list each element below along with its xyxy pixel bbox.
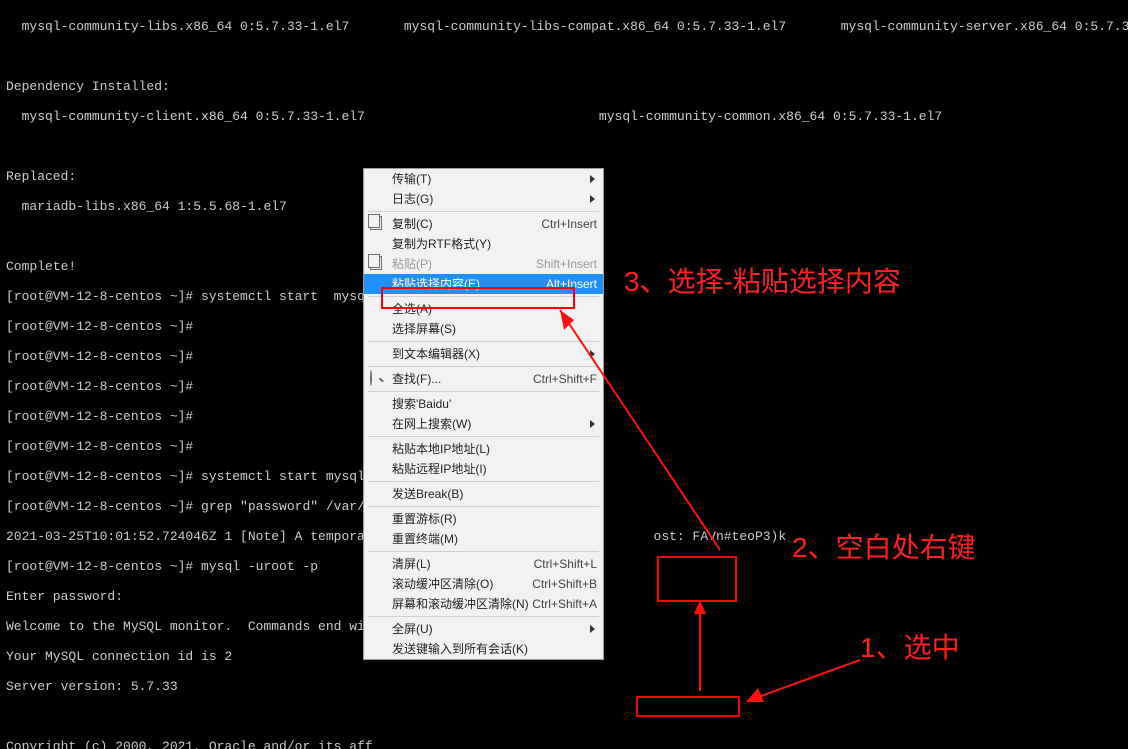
menu-item-label: 重置终端(M) — [392, 532, 597, 547]
menu-item-shortcut: Shift+Insert — [536, 257, 597, 272]
menu-item-reset_term[interactable]: 重置终端(M) — [364, 529, 603, 549]
menu-item-paste: 粘贴(P)Shift+Insert — [364, 254, 603, 274]
menu-item-label: 在网上搜索(W) — [392, 417, 597, 432]
menu-item-paste_sel[interactable]: 粘贴选择内容(E)Alt+Insert — [364, 274, 603, 294]
menu-item-label: 查找(F)... — [392, 372, 533, 387]
menu-item-label: 粘贴(P) — [392, 257, 536, 272]
menu-item-copy_rtf[interactable]: 复制为RTF格式(Y) — [364, 234, 603, 254]
menu-separator — [368, 391, 599, 392]
menu-item-paste_remote_ip[interactable]: 粘贴远程IP地址(I) — [364, 459, 603, 479]
menu-item-select_all[interactable]: 全选(A) — [364, 299, 603, 319]
menu-item-clear[interactable]: 清屏(L)Ctrl+Shift+L — [364, 554, 603, 574]
context-menu[interactable]: 传输(T) 日志(G) 复制(C)Ctrl+Insert 复制为RTF格式(Y) 粘贴(… — [363, 168, 604, 660]
menu-item-shortcut: Ctrl+Shift+A — [532, 597, 597, 612]
mag-icon — [370, 371, 386, 387]
menu-item-label: 全选(A) — [392, 302, 597, 317]
menu-item-web_search[interactable]: 在网上搜索(W) — [364, 414, 603, 434]
copy-icon — [370, 216, 386, 232]
menu-item-send_all[interactable]: 发送键输入到所有会话(K) — [364, 639, 603, 659]
menu-item-label: 粘贴本地IP地址(L) — [392, 442, 597, 457]
menu-item-to_editor[interactable]: 到文本编辑器(X) — [364, 344, 603, 364]
menu-item-label: 复制为RTF格式(Y) — [392, 237, 597, 252]
dep-header: Dependency Installed: — [6, 79, 1122, 94]
menu-separator — [368, 616, 599, 617]
menu-item-label: 清屏(L) — [392, 557, 534, 572]
menu-separator — [368, 366, 599, 367]
menu-item-reset_cursor[interactable]: 重置游标(R) — [364, 509, 603, 529]
menu-item-label: 选择屏幕(S) — [392, 322, 597, 337]
menu-item-label: 重置游标(R) — [392, 512, 597, 527]
pkg-row: mysql-community-libs.x86_64 0:5.7.33-1.e… — [6, 19, 1122, 34]
menu-item-log[interactable]: 日志(G) — [364, 189, 603, 209]
menu-separator — [368, 211, 599, 212]
menu-item-transfer[interactable]: 传输(T) — [364, 169, 603, 189]
menu-item-clear_scroll[interactable]: 滚动缓冲区清除(O)Ctrl+Shift+B — [364, 574, 603, 594]
menu-separator — [368, 296, 599, 297]
menu-item-label: 粘贴选择内容(E) — [392, 277, 546, 292]
menu-item-label: 传输(T) — [392, 172, 597, 187]
menu-item-find[interactable]: 查找(F)...Ctrl+Shift+F — [364, 369, 603, 389]
menu-item-select_screen[interactable]: 选择屏幕(S) — [364, 319, 603, 339]
menu-item-label: 全屏(U) — [392, 622, 597, 637]
menu-separator — [368, 436, 599, 437]
menu-item-shortcut: Ctrl+Insert — [541, 217, 597, 232]
menu-item-shortcut: Ctrl+Shift+L — [534, 557, 597, 572]
menu-separator — [368, 551, 599, 552]
menu-item-label: 日志(G) — [392, 192, 597, 207]
menu-item-label: 到文本编辑器(X) — [392, 347, 597, 362]
paste-icon — [370, 256, 386, 272]
menu-item-label: 复制(C) — [392, 217, 541, 232]
menu-item-copy[interactable]: 复制(C)Ctrl+Insert — [364, 214, 603, 234]
menu-item-label: 发送键输入到所有会话(K) — [392, 642, 597, 657]
menu-item-shortcut: Ctrl+Shift+B — [532, 577, 597, 592]
menu-separator — [368, 506, 599, 507]
menu-item-label: 搜索'Baidu' — [392, 397, 597, 412]
menu-item-baidu[interactable]: 搜索'Baidu' — [364, 394, 603, 414]
menu-separator — [368, 341, 599, 342]
dep-row: mysql-community-client.x86_64 0:5.7.33-1… — [6, 109, 1122, 124]
menu-item-label: 发送Break(B) — [392, 487, 597, 502]
menu-item-clear_all[interactable]: 屏幕和滚动缓冲区清除(N)Ctrl+Shift+A — [364, 594, 603, 614]
menu-item-send_break[interactable]: 发送Break(B) — [364, 484, 603, 504]
menu-item-paste_local_ip[interactable]: 粘贴本地IP地址(L) — [364, 439, 603, 459]
menu-item-shortcut: Alt+Insert — [546, 277, 597, 292]
menu-item-shortcut: Ctrl+Shift+F — [533, 372, 597, 387]
menu-item-fullscreen[interactable]: 全屏(U) — [364, 619, 603, 639]
menu-item-label: 滚动缓冲区清除(O) — [392, 577, 532, 592]
menu-separator — [368, 481, 599, 482]
menu-item-label: 屏幕和滚动缓冲区清除(N) — [392, 597, 532, 612]
menu-item-label: 粘贴远程IP地址(I) — [392, 462, 597, 477]
